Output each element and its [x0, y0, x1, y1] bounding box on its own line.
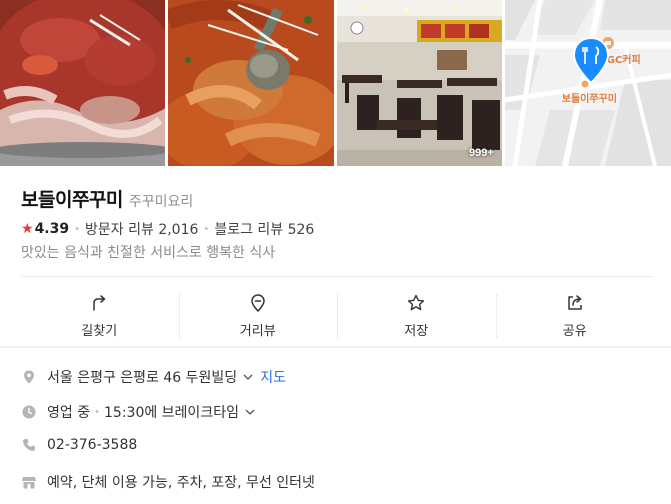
share-button[interactable]: 공유: [495, 288, 655, 344]
store-icon: [22, 477, 36, 489]
street-view-button[interactable]: 거리뷰: [178, 288, 338, 344]
place-description: 맛있는 음식과 친절한 서비스로 행복한 식사: [21, 245, 276, 261]
rating-row: ★ 4.39 • 방문자 리뷰 2,016 • 블로그 리뷰 526: [21, 219, 314, 239]
rating-value: 4.39: [34, 221, 70, 237]
share-label: 공유: [562, 324, 587, 339]
section-divider: [0, 346, 671, 348]
place-dot-icon: [580, 79, 590, 89]
action-bar: 길찾기 거리뷰 저장 공유: [20, 288, 654, 344]
amenities-text: 예약, 단체 이용 가능, 주차, 포장, 무선 인터넷: [47, 475, 315, 491]
photo-thumbnail-3[interactable]: 999+: [336, 0, 502, 166]
map-link[interactable]: 지도: [260, 367, 286, 387]
food-photo-grill: [0, 0, 166, 166]
place-category: 주꾸미요리: [128, 194, 194, 210]
location-pin-icon: [24, 370, 34, 384]
blog-reviews-link[interactable]: 블로그 리뷰 526: [214, 219, 314, 239]
chevron-down-icon[interactable]: [244, 406, 256, 418]
star-icon: ★: [21, 221, 34, 237]
map-thumbnail[interactable]: GC커피 보들이쭈꾸미: [504, 0, 671, 166]
hours-note[interactable]: 15:30에 브레이크타임: [104, 402, 239, 422]
separator-dot: •: [74, 223, 81, 235]
food-photo-closeup: [168, 0, 334, 166]
map-cafe-label: GC커피: [606, 55, 641, 66]
phone-row: 02-376-3588: [21, 437, 137, 453]
amenities-row: 예약, 단체 이용 가능, 주차, 포장, 무선 인터넷: [21, 472, 315, 492]
interior-photo: [336, 0, 502, 166]
save-label: 저장: [404, 324, 429, 339]
share-icon: [568, 295, 582, 310]
hours-row: 영업 중 • 15:30에 브레이크타임: [21, 402, 256, 422]
separator-dot: •: [94, 406, 100, 418]
place-name: 보들이쭈꾸미: [21, 189, 123, 211]
phone-icon: [23, 439, 35, 451]
photo-strip: 999+ GC커피 보들이쭈꾸미: [0, 0, 671, 166]
directions-icon: [93, 295, 106, 311]
visitor-reviews-link[interactable]: 방문자 리뷰 2,016: [85, 219, 198, 239]
star-outline-icon: [408, 294, 425, 311]
phone-number[interactable]: 02-376-3588: [47, 437, 137, 453]
title-row: 보들이쭈꾸미 주꾸미요리: [21, 185, 193, 212]
street-view-icon: [251, 294, 265, 312]
photo-count-badge: 999+: [468, 147, 494, 159]
address-row: 서울 은평구 은평로 46 두원빌딩 지도: [21, 367, 286, 387]
divider: [21, 276, 654, 277]
address-text[interactable]: 서울 은평구 은평로 46 두원빌딩: [47, 367, 237, 387]
directions-label: 길찾기: [81, 324, 118, 339]
street-view-label: 거리뷰: [239, 324, 276, 339]
map-pin-icon: [572, 36, 609, 85]
separator-dot: •: [203, 223, 210, 235]
business-status: 영업 중: [47, 405, 91, 421]
chevron-down-icon[interactable]: [242, 371, 254, 383]
photo-thumbnail-2[interactable]: [168, 0, 334, 166]
directions-button[interactable]: 길찾기: [20, 288, 179, 344]
save-button[interactable]: 저장: [337, 288, 496, 344]
photo-thumbnail-1[interactable]: [0, 0, 166, 166]
map-place-label: 보들이쭈꾸미: [561, 94, 617, 105]
clock-icon: [22, 405, 36, 419]
